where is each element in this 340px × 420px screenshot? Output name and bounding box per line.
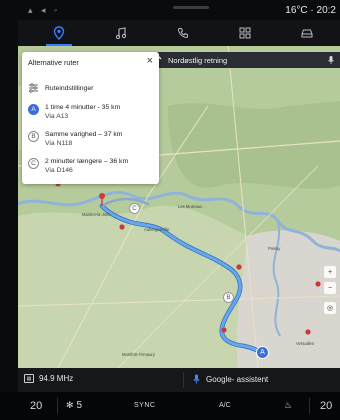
alternative-routes-panel: Alternative ruter × Ruteindstillinger A …	[22, 52, 159, 184]
route-a-marker[interactable]: A	[256, 346, 269, 359]
route-option-c[interactable]: C 2 minutter længere – 36 km Via D146	[28, 157, 154, 175]
microphone-icon	[193, 374, 200, 384]
status-icons: ▴ ◂ ◦	[28, 5, 61, 15]
media-info-bar: ▤ 94.9 MHz Google- assistent	[18, 368, 340, 392]
driver-temperature[interactable]: 20	[30, 400, 42, 412]
map-pin-icon	[53, 26, 65, 40]
map-label: Versailles	[296, 341, 314, 346]
music-note-icon	[115, 27, 127, 39]
phone-icon	[177, 28, 188, 39]
car-icon	[301, 29, 313, 38]
map-label: Les Mureaux	[178, 204, 203, 209]
radio-widget[interactable]: ▤ 94.9 MHz	[24, 374, 73, 383]
top-handle[interactable]	[173, 6, 209, 9]
map-label: Montfort-l'Amaury	[122, 352, 155, 357]
main-nav-bar	[18, 20, 340, 46]
screen: ▴ ◂ ◦ 16°C · 20:2 Mantes-la-Jolie Les Mu…	[0, 0, 340, 420]
apps-grid-icon	[239, 27, 251, 39]
nav-navigation[interactable]	[28, 20, 90, 46]
direction-banner: Nordøstlig retning	[148, 52, 340, 68]
assistant-label: Google- assistent	[206, 374, 269, 384]
route-option-b[interactable]: B Samme varighed – 37 km Via N118	[28, 130, 154, 148]
map-label: Poissy	[268, 246, 281, 251]
route-c-marker[interactable]: C	[129, 203, 140, 214]
route-b-via: Via N118	[45, 140, 73, 147]
route-badge-c: C	[28, 158, 39, 169]
divider	[183, 372, 184, 388]
route-c-summary: 2 minutter længere – 36 km	[45, 158, 129, 165]
recenter-icon[interactable]: ◎	[324, 302, 336, 314]
fan-speed-control[interactable]: ✻ 5	[66, 400, 82, 411]
route-settings-label: Ruteindstillinger	[45, 85, 94, 92]
route-b-marker[interactable]: B	[223, 292, 234, 303]
ac-button[interactable]: A/C	[219, 402, 231, 409]
passenger-temperature[interactable]: 20	[320, 400, 332, 412]
nav-vehicle[interactable]	[276, 20, 338, 46]
route-a-via: Via A13	[45, 113, 69, 120]
zoom-in-button[interactable]: +	[324, 266, 336, 278]
radio-frequency: 94.9 MHz	[39, 374, 74, 383]
zoom-out-button[interactable]: −	[324, 282, 336, 294]
direction-text: Nordøstlig retning	[168, 55, 228, 65]
microphone-icon[interactable]	[328, 55, 334, 65]
settings-sliders-icon	[29, 83, 38, 93]
fan-icon: ✻	[66, 400, 74, 410]
route-b-summary: Samme varighed – 37 km	[45, 131, 123, 138]
route-option-a[interactable]: A 1 time 4 minutter - 35 km Via A13	[28, 103, 154, 121]
fan-speed-value: 5	[76, 400, 83, 411]
seat-heat-icon[interactable]: ♨	[284, 400, 292, 411]
map-label: Mantes-la-Jolie	[82, 212, 111, 217]
status-bar: ▴ ◂ ◦ 16°C · 20:2	[18, 0, 340, 20]
route-settings-item[interactable]: Ruteindstillinger	[28, 82, 154, 93]
nav-phone[interactable]	[152, 20, 214, 46]
route-badge-b: B	[28, 131, 39, 142]
route-badge-a: A	[28, 104, 39, 115]
climate-bar: 20 ✻ 5 SYNC A/C ♨ 20	[0, 392, 340, 420]
divider	[57, 398, 58, 414]
route-c-via: Via D146	[45, 167, 73, 174]
panel-title: Alternative ruter	[28, 58, 79, 67]
nav-music[interactable]	[90, 20, 152, 46]
nav-apps[interactable]	[214, 20, 276, 46]
map-label: Aubergenville	[144, 227, 170, 232]
voice-assistant-button[interactable]: Google- assistent	[193, 374, 268, 384]
divider	[309, 398, 310, 414]
close-button[interactable]: ×	[147, 55, 153, 67]
sync-button[interactable]: SYNC	[134, 402, 155, 409]
route-a-summary: 1 time 4 minutter - 35 km	[45, 104, 121, 111]
radio-icon: ▤	[24, 374, 34, 383]
status-temp-time: 16°C · 20:2	[285, 5, 336, 16]
map-view[interactable]: Mantes-la-Jolie Les Mureaux Aubergenvill…	[18, 46, 340, 368]
